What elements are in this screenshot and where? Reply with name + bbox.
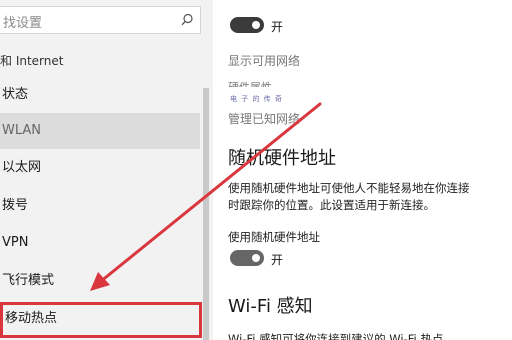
- top-toggle-state-label: 开: [271, 20, 284, 34]
- hardware-properties-link[interactable]: 硬件属性: [228, 79, 272, 87]
- nav-scrollbar[interactable]: [203, 88, 209, 340]
- random-mac-toggle-caption: 使用随机硬件地址: [228, 230, 320, 244]
- nav-category-header: 和 Internet: [0, 54, 64, 68]
- manage-known-networks-link[interactable]: 管理已知网络: [228, 110, 300, 127]
- sidebar-item-airplane-mode[interactable]: 飞行模式: [0, 263, 200, 299]
- watermark-text: 电 子 的 传 奇: [230, 95, 283, 103]
- search-placeholder: 找设置: [3, 16, 43, 31]
- sidebar-item-mobile-hotspot[interactable]: 移动热点: [0, 302, 202, 338]
- sidebar-item-status[interactable]: 状态: [0, 77, 200, 113]
- random-mac-toggle-state-label: 开: [271, 253, 284, 267]
- settings-nav-pane: 找设置 和 Internet 状态 WLAN 以太网 拨号 VPN 飞行模式 移…: [0, 0, 213, 340]
- wifi-sense-title: Wi-Fi 感知: [228, 296, 313, 317]
- sidebar-item-ethernet[interactable]: 以太网: [0, 150, 200, 186]
- search-input[interactable]: 找设置: [0, 6, 201, 34]
- sidebar-item-wlan[interactable]: WLAN: [0, 113, 200, 149]
- wifi-sense-description: Wi-Fi 感知可将你连接到建议的 Wi-Fi 热点: [228, 332, 444, 340]
- random-mac-title: 随机硬件地址: [228, 148, 336, 169]
- search-icon[interactable]: [179, 12, 195, 28]
- show-available-networks-link[interactable]: 显示可用网络: [228, 52, 300, 69]
- random-mac-description: 使用随机硬件地址可使他人不能轻易地在你连接 时跟踪你的位置。此设置适用于新连接。: [228, 181, 470, 212]
- top-toggle-switch[interactable]: [230, 17, 264, 33]
- random-mac-toggle-switch[interactable]: [230, 250, 264, 266]
- sidebar-item-vpn[interactable]: VPN: [0, 225, 200, 261]
- sidebar-item-dialup[interactable]: 拨号: [0, 188, 200, 224]
- wlan-settings-content: 开 显示可用网络 硬件属性 电 子 的 传 奇 管理已知网络 随机硬件地址 使用…: [213, 0, 512, 340]
